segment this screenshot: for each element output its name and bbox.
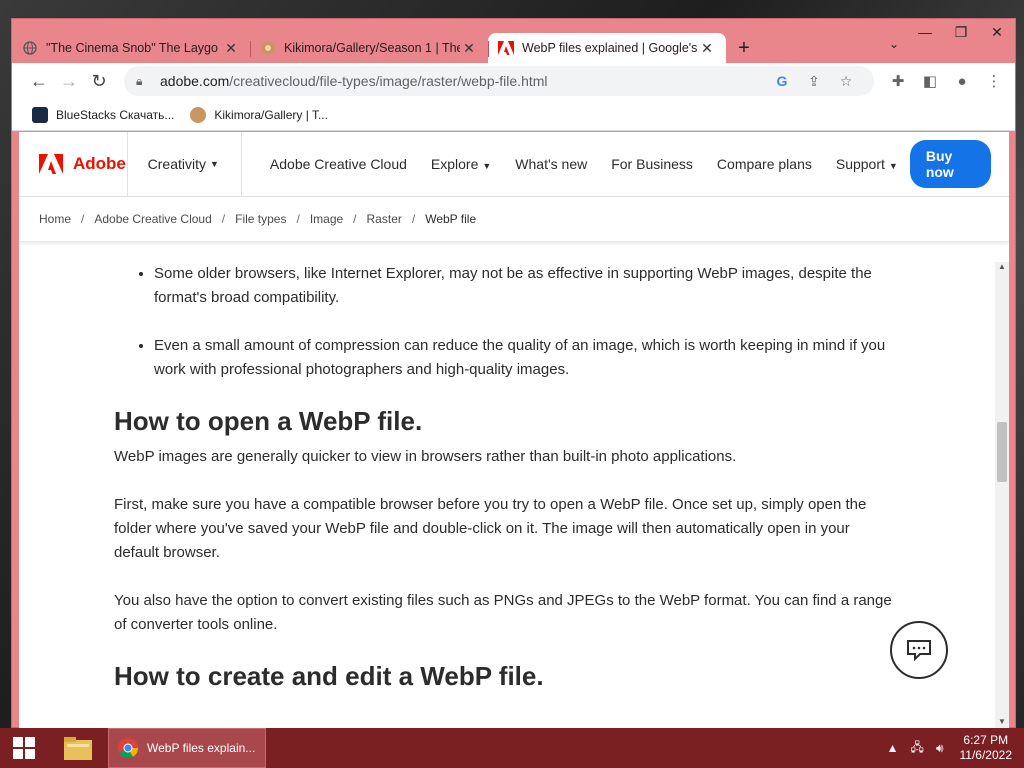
chevron-down-icon[interactable]: ⌄	[889, 37, 899, 51]
breadcrumb-home[interactable]: Home	[39, 212, 71, 226]
page-scrollbar[interactable]: ▲ ▼	[995, 262, 1009, 729]
taskbar: WebP files explain... ▲ 🖧︎ 🔊︎ 6:27 PM 11…	[0, 728, 1024, 768]
clock-time: 6:27 PM	[963, 733, 1009, 747]
close-icon[interactable]: ✕	[979, 19, 1015, 45]
adobe-logo[interactable]: Adobe	[19, 132, 128, 197]
nav-whats-new[interactable]: What's new	[503, 156, 599, 172]
tab-title: WebP files explained | Google's w	[522, 41, 698, 55]
system-tray: ▲ 🖧︎ 🔊︎ 6:27 PM 11/6/2022	[881, 733, 1024, 763]
nav-explore[interactable]: Explore ▼	[419, 156, 503, 172]
volume-icon[interactable]: 🔊︎	[936, 741, 944, 756]
tab-strip: "The Cinema Snob" The Laygo M ✕ Kikimora…	[12, 27, 905, 63]
bookmark-kikimora[interactable]: Kikimora/Gallery | T...	[190, 106, 328, 123]
share-icon[interactable]: ⇪	[798, 73, 830, 90]
bookmarks-bar: BlueStacks Скачать... Kikimora/Gallery |…	[12, 99, 1015, 131]
breadcrumb-file-types[interactable]: File types	[235, 212, 286, 226]
new-tab-icon[interactable]: +	[726, 33, 762, 63]
folder-icon	[64, 737, 92, 760]
tab-close-icon[interactable]: ✕	[222, 40, 240, 57]
reload-icon[interactable]: ↻	[84, 66, 114, 96]
brand-name: Adobe	[73, 154, 126, 173]
tab-kikimora[interactable]: Kikimora/Gallery/Season 1 | The ✕	[250, 33, 488, 63]
browser-toolbar: ← → ↻ 🔒︎ adobe.com/creativecloud/file-ty…	[12, 63, 1015, 99]
side-panel-icon[interactable]: ◧	[914, 72, 946, 90]
bookmark-bluestacks[interactable]: BlueStacks Скачать...	[32, 106, 175, 123]
adobe-logo-icon	[39, 154, 63, 174]
article-body: Some older browsers, like Internet Explo…	[114, 262, 894, 700]
scroll-up-icon[interactable]: ▲	[995, 262, 1009, 274]
address-url[interactable]: adobe.com/creativecloud/file-types/image…	[160, 73, 766, 89]
nav-compare-plans[interactable]: Compare plans	[705, 156, 824, 172]
nav-adobe-creative-cloud[interactable]: Adobe Creative Cloud	[258, 156, 419, 172]
breadcrumb-creative-cloud[interactable]: Adobe Creative Cloud	[94, 212, 211, 226]
chrome-taskbar-button[interactable]: WebP files explain...	[108, 728, 266, 768]
file-explorer-button[interactable]	[48, 728, 108, 768]
chevron-down-icon: ▼	[482, 161, 492, 171]
bookmark-label: BlueStacks Скачать...	[56, 107, 175, 122]
address-bar[interactable]: 🔒︎ adobe.com/creativecloud/file-types/im…	[124, 66, 874, 96]
list-item: Even a small amount of compression can r…	[154, 334, 894, 382]
paragraph: You also have the option to convert exis…	[114, 592, 892, 633]
toolbar-right: ✚ ◧ ● ⋮	[882, 72, 1010, 91]
paragraph: WebP images are generally quicker to vie…	[114, 448, 737, 465]
breadcrumb-current: WebP file	[425, 212, 477, 226]
tab-close-icon[interactable]: ✕	[460, 40, 478, 57]
maximize-icon[interactable]: ❐	[943, 19, 979, 45]
star-icon[interactable]: ☆	[830, 73, 862, 90]
taskbar-app-label: WebP files explain...	[147, 741, 256, 755]
clock[interactable]: 6:27 PM 11/6/2022	[960, 733, 1013, 763]
adobe-icon	[498, 40, 514, 56]
globe-icon	[22, 40, 38, 56]
paragraph: First, make sure you have a compatible b…	[114, 496, 867, 561]
chat-icon	[907, 640, 931, 661]
bookmark-label: Kikimora/Gallery | T...	[214, 107, 328, 122]
breadcrumb: Home / Adobe Creative Cloud / File types / …	[19, 197, 1009, 242]
windows-icon	[13, 737, 35, 759]
chrome-icon	[118, 738, 139, 759]
site-header: Adobe Creativity ▼ Adobe Creative Cloud E…	[19, 132, 1009, 197]
bluestacks-icon	[32, 106, 48, 123]
chat-button[interactable]	[890, 621, 948, 679]
scrollbar-thumb[interactable]	[997, 422, 1007, 482]
lock-icon: 🔒︎	[136, 73, 143, 88]
window-controls: — ❐ ✕	[907, 19, 1015, 45]
tab-webp-explained[interactable]: WebP files explained | Google's w ✕	[488, 33, 726, 63]
browser-window: — ❐ ✕ "The Cinema Snob" The Laygo M ✕ Ki…	[11, 18, 1016, 729]
nav-support[interactable]: Support ▼	[824, 156, 910, 172]
nav-creativity[interactable]: Creativity ▼	[128, 132, 242, 197]
nav-for-business[interactable]: For Business	[599, 156, 705, 172]
bullet-list: Some older browsers, like Internet Explo…	[114, 262, 894, 382]
tab-cinema-snob[interactable]: "The Cinema Snob" The Laygo M ✕	[12, 33, 250, 63]
back-icon[interactable]: ←	[24, 66, 54, 96]
extensions-icon[interactable]: ✚	[882, 72, 914, 90]
menu-icon[interactable]: ⋮	[978, 72, 1010, 90]
tab-title: Kikimora/Gallery/Season 1 | The	[284, 41, 460, 55]
chevron-down-icon: ▼	[888, 161, 898, 171]
minimize-icon[interactable]: —	[907, 19, 943, 45]
google-icon[interactable]: G	[766, 73, 798, 89]
forward-icon[interactable]: →	[54, 66, 84, 96]
breadcrumb-image[interactable]: Image	[310, 212, 343, 226]
tab-close-icon[interactable]: ✕	[698, 40, 716, 57]
page-viewport: Adobe Creativity ▼ Adobe Creative Cloud E…	[19, 132, 1009, 729]
start-button[interactable]	[0, 728, 48, 768]
tab-title: "The Cinema Snob" The Laygo M	[46, 41, 222, 55]
fandom-icon	[190, 106, 207, 123]
chevron-down-icon: ▼	[210, 159, 219, 169]
buy-now-button[interactable]: Buy now	[909, 140, 991, 188]
profile-icon[interactable]: ●	[946, 73, 978, 90]
breadcrumb-raster[interactable]: Raster	[367, 212, 402, 226]
clock-date: 11/6/2022	[959, 748, 1013, 762]
section-heading: How to open a WebP file.	[114, 406, 423, 436]
section-heading: How to create and edit a WebP file.	[114, 661, 544, 691]
chevron-up-icon[interactable]: ▲	[887, 741, 899, 755]
list-item: Some older browsers, like Internet Explo…	[154, 262, 894, 310]
fandom-icon	[260, 40, 276, 56]
network-icon[interactable]: 🖧︎	[911, 738, 924, 759]
